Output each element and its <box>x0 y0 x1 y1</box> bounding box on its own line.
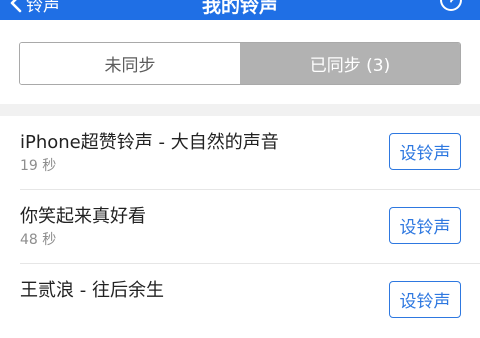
ringtone-row[interactable]: 你笑起来真好看 48 秒 设铃声 <box>0 190 480 264</box>
ringtone-duration: 19 秒 <box>20 158 57 174</box>
ringtone-duration: 48 秒 <box>20 232 57 248</box>
tab-synced[interactable]: 已同步 (3) <box>240 43 460 84</box>
navigation-bar: 铃声 我的铃声 <box>0 0 480 20</box>
section-gap <box>0 104 480 116</box>
set-ringtone-button[interactable]: 设铃声 <box>389 133 461 170</box>
ringtone-row[interactable]: 王贰浪 - 往后余生 设铃声 <box>0 264 480 338</box>
set-ringtone-button[interactable]: 设铃声 <box>389 207 461 244</box>
ringtone-name: iPhone超赞铃声 - 大自然的声音 <box>20 132 279 153</box>
ringtone-list: iPhone超赞铃声 - 大自然的声音 19 秒 设铃声 你笑起来真好看 48 … <box>0 116 480 338</box>
tab-unsynced[interactable]: 未同步 <box>20 43 240 84</box>
ringtone-name: 你笑起来真好看 <box>20 206 146 227</box>
sync-segmented-control: 未同步 已同步 (3) <box>19 42 461 85</box>
tab-bar-area: 未同步 已同步 (3) <box>0 20 480 104</box>
ringtone-name: 王贰浪 - 往后余生 <box>20 280 164 301</box>
page-title: 我的铃声 <box>201 0 278 17</box>
ringtone-row[interactable]: iPhone超赞铃声 - 大自然的声音 19 秒 设铃声 <box>0 116 480 190</box>
